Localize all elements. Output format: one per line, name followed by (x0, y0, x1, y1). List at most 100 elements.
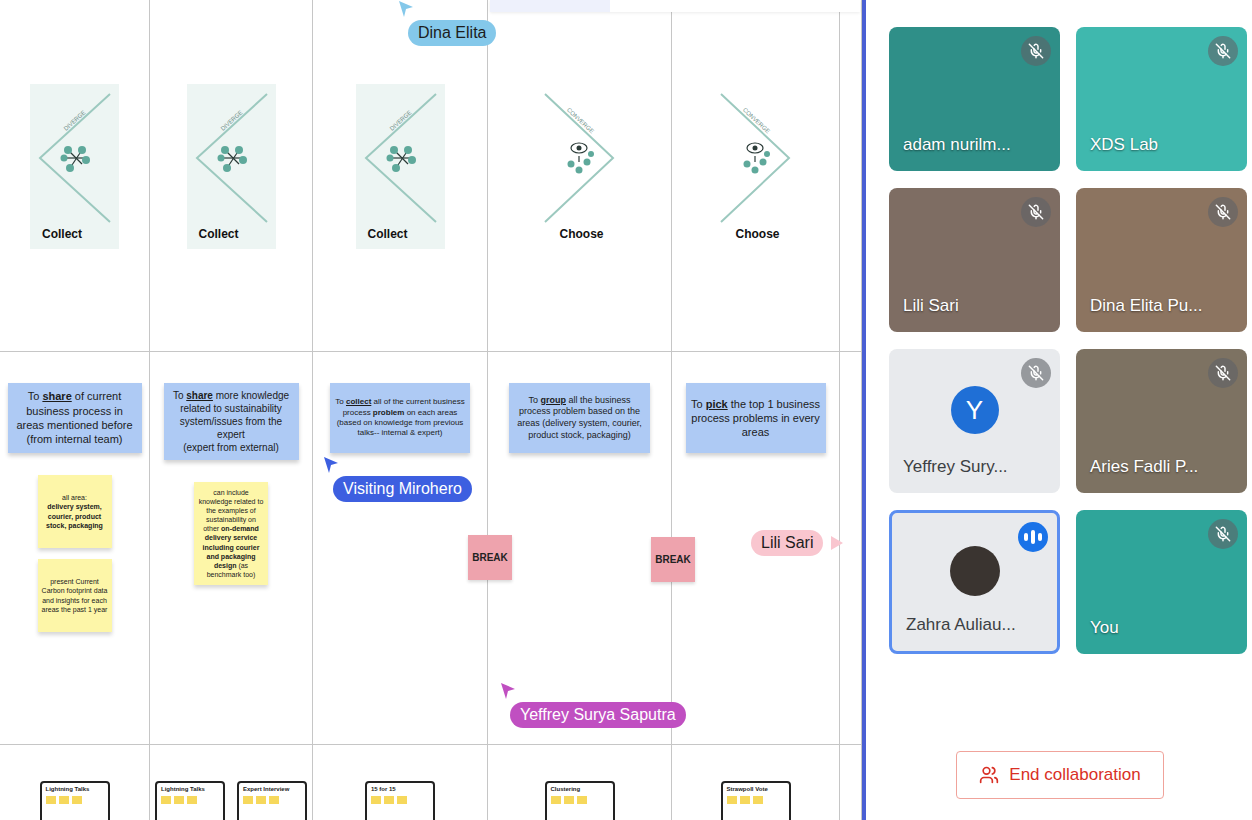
thumbnail-sketch (727, 796, 785, 804)
yellow-sticky-note[interactable]: present Current Carbon footprint data an… (38, 559, 112, 632)
end-collaboration-button[interactable]: End collaboration (956, 751, 1163, 799)
speaking-bar (1024, 533, 1028, 541)
goal-cell: To collect all of the current business p… (313, 352, 488, 745)
participant-tile[interactable]: XDS Lab (1076, 27, 1247, 171)
goal-text: To (335, 397, 346, 406)
speaking-bar (1038, 533, 1042, 541)
break-sticky-note[interactable]: BREAK (651, 537, 695, 582)
thumbnail-title: Expert Interview (243, 786, 301, 792)
goal-sticky-note[interactable]: To group all the business process proble… (509, 383, 650, 453)
goal-text: To (28, 390, 43, 402)
thumbnail-sticky (174, 796, 184, 804)
method-thumbnail[interactable]: 15 for 15 (365, 781, 435, 820)
goal-sticky-note[interactable]: To collect all of the current business p… (330, 383, 470, 453)
yellow-sticky-note[interactable]: can include knowledge related to the exa… (194, 482, 268, 585)
participant-tile[interactable]: Y Yeffrey Sury... (889, 349, 1060, 493)
board-toolbar (490, 0, 860, 12)
thumbnail-sticky (564, 796, 574, 804)
phase-cell: DIVERGECollect (313, 0, 488, 352)
participant-tile[interactable]: Zahra Auliau... (889, 510, 1060, 654)
user-cursor: Visiting Mirohero (323, 456, 472, 502)
thumbnail-sticky (753, 796, 763, 804)
cursor-label: Dina Elita (408, 20, 496, 46)
participant-tile[interactable]: You (1076, 510, 1247, 654)
phase-action: Choose (559, 227, 603, 241)
break-sticky-note[interactable]: BREAK (468, 535, 512, 580)
goal-sticky-note[interactable]: To share more knowledge related to susta… (164, 383, 299, 460)
svg-text:DIVERGE: DIVERGE (219, 109, 243, 132)
people-icon (979, 765, 999, 785)
speaking-icon (1018, 522, 1048, 552)
svg-text:CONVERGE: CONVERGE (566, 107, 595, 135)
thumbnail-sticky (72, 796, 82, 804)
participant-tile[interactable]: Dina Elita Pu... (1076, 188, 1247, 332)
phase-cell: CONVERGEChoose (672, 0, 840, 352)
board-canvas[interactable]: DIVERGECollectDIVERGECollectDIVERGEColle… (0, 0, 862, 820)
goal-text: (based on knowledge from previous talks-… (334, 418, 466, 439)
phase-card[interactable]: DIVERGECollect (187, 84, 276, 249)
goal-sticky-note[interactable]: To pick the top 1 business process probl… (686, 383, 826, 453)
participant-name: Yeffrey Sury... (903, 457, 1008, 477)
phase-card[interactable]: DIVERGECollect (30, 84, 119, 249)
cursor-arrow-icon (829, 534, 845, 552)
diverge-diagram-icon: DIVERGE (187, 84, 276, 249)
participant-tile[interactable]: Lili Sari (889, 188, 1060, 332)
user-cursor: Lili Sari (741, 530, 845, 556)
method-thumbnail[interactable]: Expert Interview (237, 781, 307, 820)
phase-card[interactable]: CONVERGE Choose (535, 84, 624, 249)
thumbnail-sketch (46, 796, 104, 804)
participant-tile[interactable]: adam nurilm... (889, 27, 1060, 171)
note-stack: can include knowledge related to the exa… (194, 482, 268, 585)
thumbnail-sticky (59, 796, 69, 804)
thumbnail-sketch (243, 796, 301, 804)
mic-off-icon (1208, 519, 1238, 549)
goal-sticky-note[interactable]: To share of current business process in … (8, 383, 142, 453)
phase-cell: DIVERGECollect (150, 0, 313, 352)
toolbar-segment (490, 0, 610, 12)
goal-cell: To group all the business process proble… (488, 352, 672, 745)
thumbnail-sticky (256, 796, 266, 804)
svg-text:CONVERGE: CONVERGE (742, 107, 771, 135)
phase-action: Collect (368, 227, 408, 241)
toolbar-segment (610, 0, 860, 12)
method-cell: Lightning Talks Expert Interview (150, 745, 313, 820)
note-stack: all area:delivery system, courier, produ… (38, 475, 112, 632)
thumbnail-sticky (243, 796, 253, 804)
mic-off-icon (1208, 197, 1238, 227)
goal-text: To (173, 390, 186, 401)
app-window: DIVERGECollectDIVERGECollectDIVERGEColle… (0, 0, 1252, 820)
thumbnail-sticky (727, 796, 737, 804)
phase-card[interactable]: DIVERGECollect (356, 84, 445, 249)
svg-text:DIVERGE: DIVERGE (63, 109, 87, 132)
mic-off-icon (1021, 36, 1051, 66)
phase-card[interactable]: CONVERGEChoose (711, 84, 800, 249)
method-thumbnail[interactable]: Strawpoll Vote (721, 781, 791, 820)
diverge-diagram-icon: DIVERGE (356, 84, 445, 249)
converge-diagram-icon: CONVERGE (711, 84, 800, 249)
method-thumbnail[interactable]: Lightning Talks (155, 781, 225, 820)
goal-cell: To share more knowledge related to susta… (150, 352, 313, 745)
call-panel: adam nurilm...XDS LabLili SariDina Elita… (866, 0, 1252, 820)
thumbnail-sketch (371, 796, 429, 804)
empty-cell (840, 352, 862, 745)
method-cell: Strawpoll Vote (672, 745, 840, 820)
participant-tile[interactable]: Aries Fadli P... (1076, 349, 1247, 493)
cursor-label: Lili Sari (751, 530, 823, 556)
method-cell: Lightning Talks (0, 745, 150, 820)
yellow-sticky-note[interactable]: all area:delivery system, courier, produ… (38, 475, 112, 548)
method-thumbnail[interactable]: Lightning Talks (40, 781, 110, 820)
goal-cell: To share of current business process in … (0, 352, 150, 745)
participant-avatar: Y (951, 386, 999, 434)
cursor-label: Visiting Mirohero (333, 476, 472, 502)
thumbnail-sticky (397, 796, 407, 804)
participant-name: You (1090, 618, 1119, 638)
note-text: present Current Carbon footprint data an… (42, 578, 108, 612)
goal-text: To (528, 395, 540, 405)
method-thumbnail[interactable]: Clustering (545, 781, 615, 820)
phase-cell: CONVERGE Choose (488, 0, 672, 352)
goal-text: (from internal team) (12, 432, 138, 446)
participant-grid: adam nurilm...XDS LabLili SariDina Elita… (889, 27, 1249, 654)
thumbnail-title: Strawpoll Vote (727, 786, 785, 792)
thumbnail-title: 15 for 15 (371, 786, 429, 792)
thumbnail-sticky (740, 796, 750, 804)
